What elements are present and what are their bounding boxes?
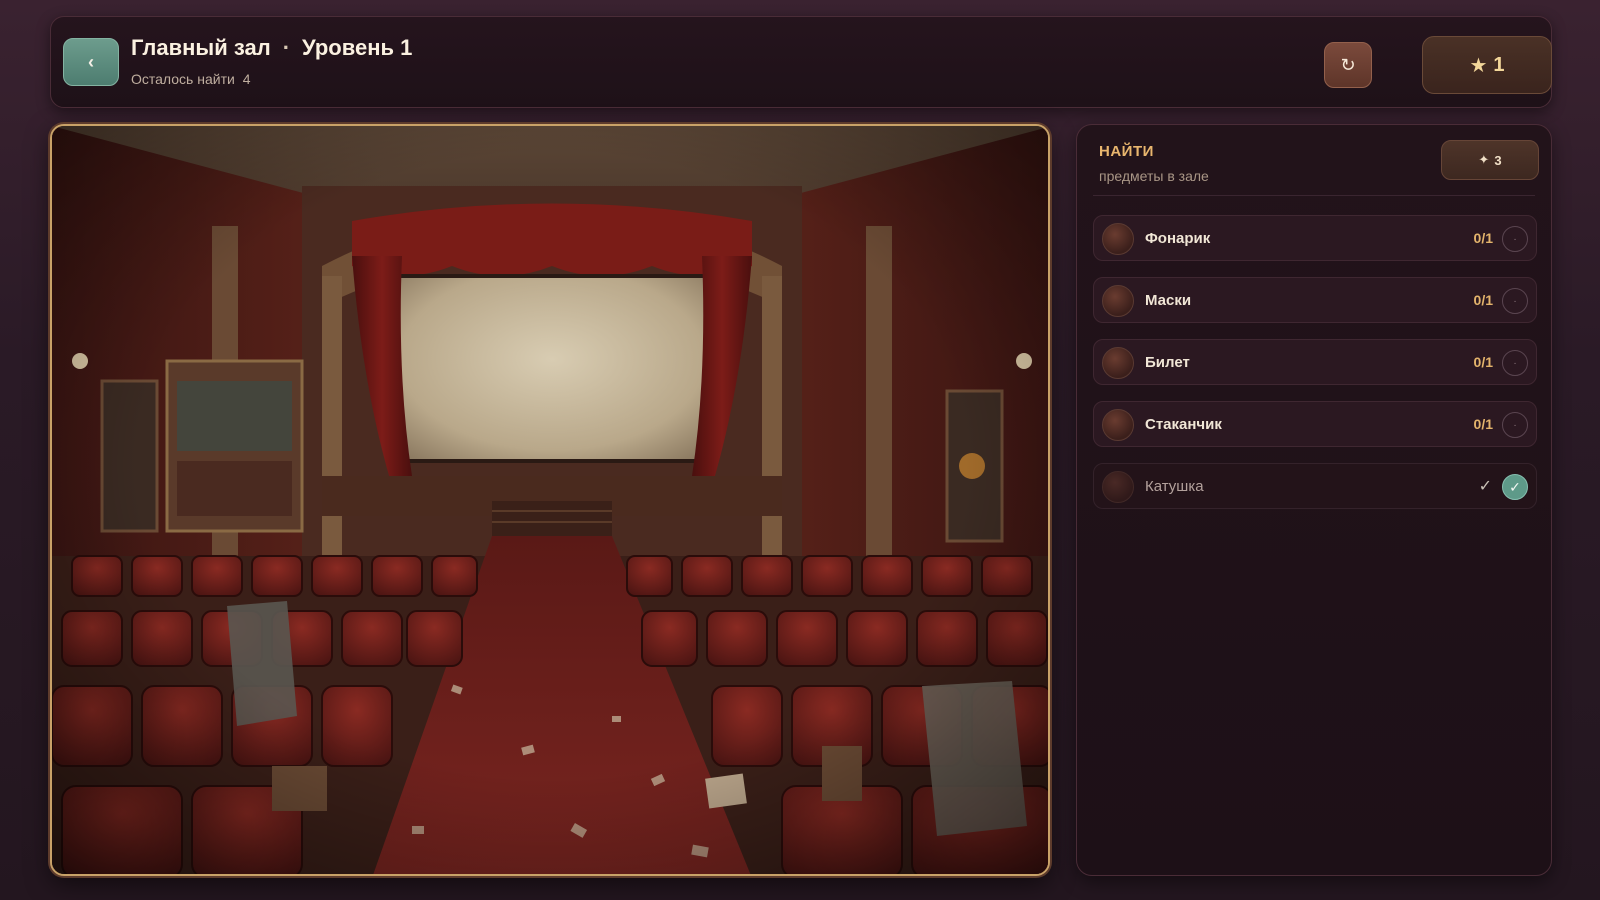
score-badge: ★ 1 <box>1422 36 1552 94</box>
location-name: Главный зал <box>131 35 271 60</box>
check-icon: ✓ <box>1502 474 1528 500</box>
item-progress: 0/1 <box>1473 416 1493 432</box>
reset-button[interactable]: ↻ <box>1324 42 1372 88</box>
item-name: Фонарик <box>1145 230 1211 247</box>
list-item-masks[interactable]: Маски 0/1 · <box>1093 277 1537 323</box>
panel-title: НАЙТИ <box>1099 143 1154 160</box>
item-progress: 0/1 <box>1473 292 1493 308</box>
panel-subtitle: предметы в зале <box>1099 168 1209 184</box>
list-item-film-reel[interactable]: Катушка ✓ ✓ <box>1093 463 1537 509</box>
masks-icon <box>1102 285 1134 317</box>
refresh-icon: ↻ <box>1340 54 1356 75</box>
hint-button[interactable]: ✦ 3 <box>1441 140 1539 180</box>
level-label: Уровень 1 <box>302 35 413 60</box>
ticket-icon <box>1102 347 1134 379</box>
panel-divider <box>1093 195 1535 196</box>
item-progress: 0/1 <box>1473 230 1493 246</box>
find-panel: НАЙТИ предметы в зале ✦ 3 Фонарик 0/1 · … <box>1076 124 1552 876</box>
list-item-cup[interactable]: Стаканчик 0/1 · <box>1093 401 1537 447</box>
cup-icon <box>1102 409 1134 441</box>
item-progress: ✓ <box>1478 478 1492 495</box>
item-name: Катушка <box>1145 478 1204 495</box>
item-progress: 0/1 <box>1473 354 1493 370</box>
film-reel-icon <box>1102 471 1134 503</box>
remaining-count: 4 <box>242 71 251 87</box>
item-status-indicator: · <box>1502 350 1528 376</box>
list-item-ticket[interactable]: Билет 0/1 · <box>1093 339 1537 385</box>
score-value: 1 <box>1493 53 1505 76</box>
top-bar: ‹ Главный зал · Уровень 1 Осталось найти… <box>50 16 1552 108</box>
back-button[interactable]: ‹ <box>63 38 119 86</box>
title-separator: · <box>282 35 291 60</box>
sparkle-icon: ✦ <box>1478 152 1490 167</box>
item-name: Билет <box>1145 354 1190 371</box>
item-list: Фонарик 0/1 · Маски 0/1 · Билет 0/1 · Ст… <box>1093 215 1537 525</box>
item-status-indicator: · <box>1502 288 1528 314</box>
hidden-object-scene[interactable] <box>50 124 1050 876</box>
item-status-indicator: · <box>1502 226 1528 252</box>
flashlight-icon <box>1102 223 1134 255</box>
page-title: Главный зал · Уровень 1 <box>131 35 412 61</box>
item-name: Маски <box>1145 292 1192 309</box>
chevron-left-icon: ‹ <box>88 51 94 72</box>
item-status-indicator: · <box>1502 412 1528 438</box>
star-icon: ★ <box>1469 54 1488 77</box>
cinema-hall-illustration[interactable] <box>52 126 1050 876</box>
remaining-label: Осталось найти <box>131 71 235 87</box>
hint-count: 3 <box>1494 152 1502 168</box>
item-name: Стаканчик <box>1145 416 1222 433</box>
list-item-flashlight[interactable]: Фонарик 0/1 · <box>1093 215 1537 261</box>
remaining-status: Осталось найти 4 <box>131 71 251 87</box>
